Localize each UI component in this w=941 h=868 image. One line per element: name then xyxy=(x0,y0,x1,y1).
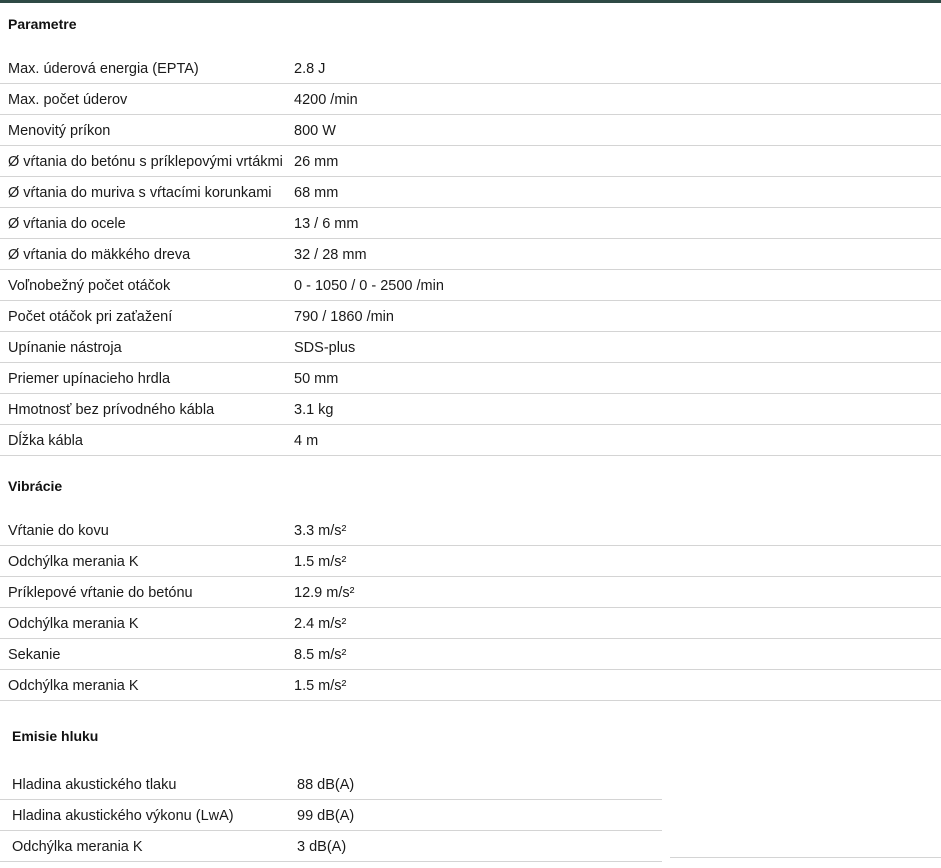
noise-emission-table: Hladina akustického tlaku 88 dB(A) Hladi… xyxy=(0,769,941,862)
row-label: Menovitý príkon xyxy=(8,123,111,139)
row-value: 3.1 kg xyxy=(294,402,334,418)
row-value: 4 m xyxy=(294,433,319,449)
row-label: Odchýlka merania K xyxy=(8,678,139,694)
divider-line xyxy=(670,857,941,858)
table-row: Ø vŕtania do mäkkého dreva 32 / 28 mm xyxy=(0,239,941,270)
row-value: 2.8 J xyxy=(294,61,326,77)
row-label: Max. úderová energia (EPTA) xyxy=(8,61,199,77)
noise-emission-title: Emisie hluku xyxy=(12,728,99,744)
row-label: Príklepové vŕtanie do betónu xyxy=(8,585,193,601)
row-label: Hmotnosť bez prívodného kábla xyxy=(8,402,215,418)
row-value: 12.9 m/s² xyxy=(294,585,355,601)
row-label: Max. počet úderov xyxy=(8,92,128,108)
table-row: Voľnobežný počet otáčok 0 - 1050 / 0 - 2… xyxy=(0,270,941,301)
row-value: 3.3 m/s² xyxy=(294,523,347,539)
row-value: 13 / 6 mm xyxy=(294,216,359,232)
vibrations-table: Vŕtanie do kovu 3.3 m/s² Odchýlka merani… xyxy=(0,515,941,701)
row-value: 50 mm xyxy=(294,371,339,387)
row-label: Sekanie xyxy=(8,647,61,663)
table-row: Vŕtanie do kovu 3.3 m/s² xyxy=(0,515,941,546)
row-value: 1.5 m/s² xyxy=(294,678,347,694)
row-label: Dĺžka kábla xyxy=(8,433,83,449)
table-row: Odchýlka merania K 2.4 m/s² xyxy=(0,608,941,639)
table-row: Menovitý príkon 800 W xyxy=(0,115,941,146)
row-label: Počet otáčok pri zaťažení xyxy=(8,309,173,325)
noise-emission-section: Emisie hluku Hladina akustického tlaku 8… xyxy=(0,726,941,862)
row-label: Ø vŕtania do ocele xyxy=(8,216,126,232)
row-value: 800 W xyxy=(294,123,336,139)
row-value: 1.5 m/s² xyxy=(294,554,347,570)
row-value: 2.4 m/s² xyxy=(294,616,347,632)
table-row: Odchýlka merania K 1.5 m/s² xyxy=(0,546,941,577)
row-label: Hladina akustického tlaku xyxy=(12,777,177,793)
table-row: Hladina akustického výkonu (LwA) 99 dB(A… xyxy=(0,800,662,831)
table-row: Príklepové vŕtanie do betónu 12.9 m/s² xyxy=(0,577,941,608)
row-label: Ø vŕtania do muriva s vŕtacími korunkami xyxy=(8,185,272,201)
table-row: Max. počet úderov 4200 /min xyxy=(0,84,941,115)
vibrations-title: Vibrácie xyxy=(8,478,63,494)
row-label: Hladina akustického výkonu (LwA) xyxy=(12,808,234,824)
table-row: Ø vŕtania do muriva s vŕtacími korunkami… xyxy=(0,177,941,208)
row-value: 0 - 1050 / 0 - 2500 /min xyxy=(294,278,444,294)
table-row: Počet otáčok pri zaťažení 790 / 1860 /mi… xyxy=(0,301,941,332)
table-row: Ø vŕtania do betónu s príklepovými vrták… xyxy=(0,146,941,177)
row-value: 4200 /min xyxy=(294,92,358,108)
table-row: Sekanie 8.5 m/s² xyxy=(0,639,941,670)
row-value: 88 dB(A) xyxy=(297,777,355,793)
row-value: 32 / 28 mm xyxy=(294,247,367,263)
table-row: Priemer upínacieho hrdla 50 mm xyxy=(0,363,941,394)
row-label: Priemer upínacieho hrdla xyxy=(8,371,171,387)
row-label: Ø vŕtania do betónu s príklepovými vrták… xyxy=(8,154,283,170)
row-value: 790 / 1860 /min xyxy=(294,309,394,325)
row-value: 26 mm xyxy=(294,154,339,170)
row-label: Odchýlka merania K xyxy=(12,839,143,855)
row-value: 3 dB(A) xyxy=(297,839,347,855)
table-row: Ø vŕtania do ocele 13 / 6 mm xyxy=(0,208,941,239)
table-row: Odchýlka merania K 1.5 m/s² xyxy=(0,670,941,701)
vibrations-section: Vibrácie Vŕtanie do kovu 3.3 m/s² Odchýl… xyxy=(0,476,941,701)
row-label: Voľnobežný počet otáčok xyxy=(8,278,171,294)
table-row: Hmotnosť bez prívodného kábla 3.1 kg xyxy=(0,394,941,425)
row-label: Vŕtanie do kovu xyxy=(8,523,109,539)
row-value: SDS-plus xyxy=(294,340,356,356)
table-row: Hladina akustického tlaku 88 dB(A) xyxy=(0,769,662,800)
row-label: Odchýlka merania K xyxy=(8,616,139,632)
table-row: Dĺžka kábla 4 m xyxy=(0,425,941,456)
top-accent-bar xyxy=(0,0,941,3)
row-value: 99 dB(A) xyxy=(297,808,355,824)
table-row: Max. úderová energia (EPTA) 2.8 J xyxy=(0,53,941,84)
row-label: Odchýlka merania K xyxy=(8,554,139,570)
parameters-title: Parametre xyxy=(8,16,77,32)
row-label: Upínanie nástroja xyxy=(8,340,122,356)
parameters-table: Max. úderová energia (EPTA) 2.8 J Max. p… xyxy=(0,53,941,456)
table-row: Odchýlka merania K 3 dB(A) xyxy=(0,831,662,862)
row-value: 8.5 m/s² xyxy=(294,647,347,663)
parameters-section: Parametre Max. úderová energia (EPTA) 2.… xyxy=(0,14,941,456)
row-label: Ø vŕtania do mäkkého dreva xyxy=(8,247,191,263)
row-value: 68 mm xyxy=(294,185,339,201)
table-row: Upínanie nástroja SDS-plus xyxy=(0,332,941,363)
